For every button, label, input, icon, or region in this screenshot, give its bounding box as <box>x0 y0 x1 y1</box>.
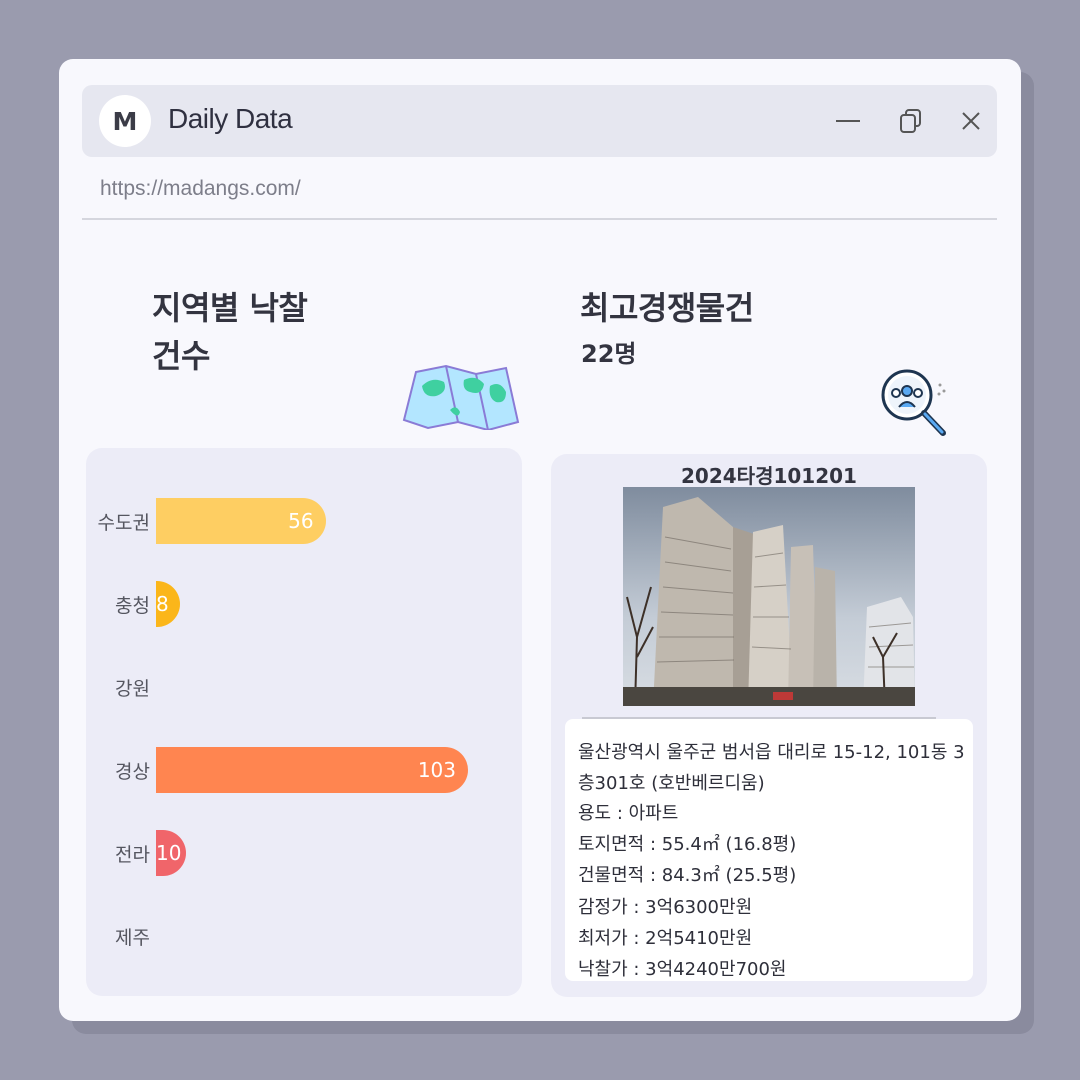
left-panel-title-line1: 지역별 낙찰 <box>152 289 308 327</box>
property-minimum-price: 최저가 : 2억5410만원 <box>578 928 753 949</box>
bar-value-1: 8 <box>156 592 169 616</box>
bar-label-3: 경상 <box>115 761 150 783</box>
restore-button[interactable] <box>897 107 925 135</box>
map-icon <box>402 364 520 430</box>
minimize-icon <box>836 120 860 122</box>
bar-label-2: 강원 <box>115 678 150 700</box>
left-panel-title: 지역별 낙찰 건수 <box>152 284 308 380</box>
property-building-area: 건물면적 : 84.3㎡ (25.5평) <box>578 865 797 886</box>
apartment-photo-illustration <box>623 487 915 706</box>
app-logo: M <box>99 95 151 147</box>
title-bar: M Daily Data <box>82 85 997 157</box>
close-icon <box>962 112 980 130</box>
bar-label-0: 수도권 <box>97 512 150 534</box>
header-divider <box>82 218 997 220</box>
right-panel-title: 최고경쟁물건 <box>580 289 754 327</box>
left-panel-title-line2: 건수 <box>152 337 210 375</box>
property-address-line1: 울산광역시 울주군 범서읍 대리로 15-12, 101동 3 <box>578 742 965 763</box>
address-bar-url[interactable]: https://madangs.com/ <box>100 177 301 201</box>
copy-window-icon <box>900 109 921 133</box>
property-photo <box>623 487 915 706</box>
property-address-line2: 층301호 (호반베르디움) <box>578 773 765 794</box>
bar-value-3: 103 <box>417 758 456 782</box>
bar-label-4: 전라 <box>115 844 150 866</box>
bar-label-5: 제주 <box>115 927 150 949</box>
minimize-button[interactable] <box>834 107 862 135</box>
region-chart-card: 수도권 56 충청 8 강원경상 103 전라 10 제주 <box>86 448 522 996</box>
bar-label-1: 충청 <box>115 595 150 617</box>
app-title: Daily Data <box>168 103 293 134</box>
people-search-icon <box>881 369 946 436</box>
property-land-area: 토지면적 : 55.4㎡ (16.8평) <box>578 834 797 855</box>
close-button[interactable] <box>957 107 985 135</box>
property-appraisal-price: 감정가 : 3억6300만원 <box>578 897 753 918</box>
property-usage: 용도 : 아파트 <box>578 803 679 824</box>
case-number[interactable]: 2024타경101201 <box>551 460 987 489</box>
bar-value-4: 10 <box>156 841 182 865</box>
property-winning-bid: 낙찰가 : 3억4240만700원 <box>578 959 787 980</box>
competitor-count: 22명 <box>581 340 637 368</box>
app-window: M Daily Data https://madangs.com/ 지역별 낙찰… <box>59 59 1021 1021</box>
property-card: 2024타경101201 울산광역시 울주군 범서읍 대리로 15-12, 10… <box>551 454 987 997</box>
bar-value-0: 56 <box>288 509 314 533</box>
property-details: 울산광역시 울주군 범서읍 대리로 15-12, 101동 3 층301호 (호… <box>565 719 973 981</box>
